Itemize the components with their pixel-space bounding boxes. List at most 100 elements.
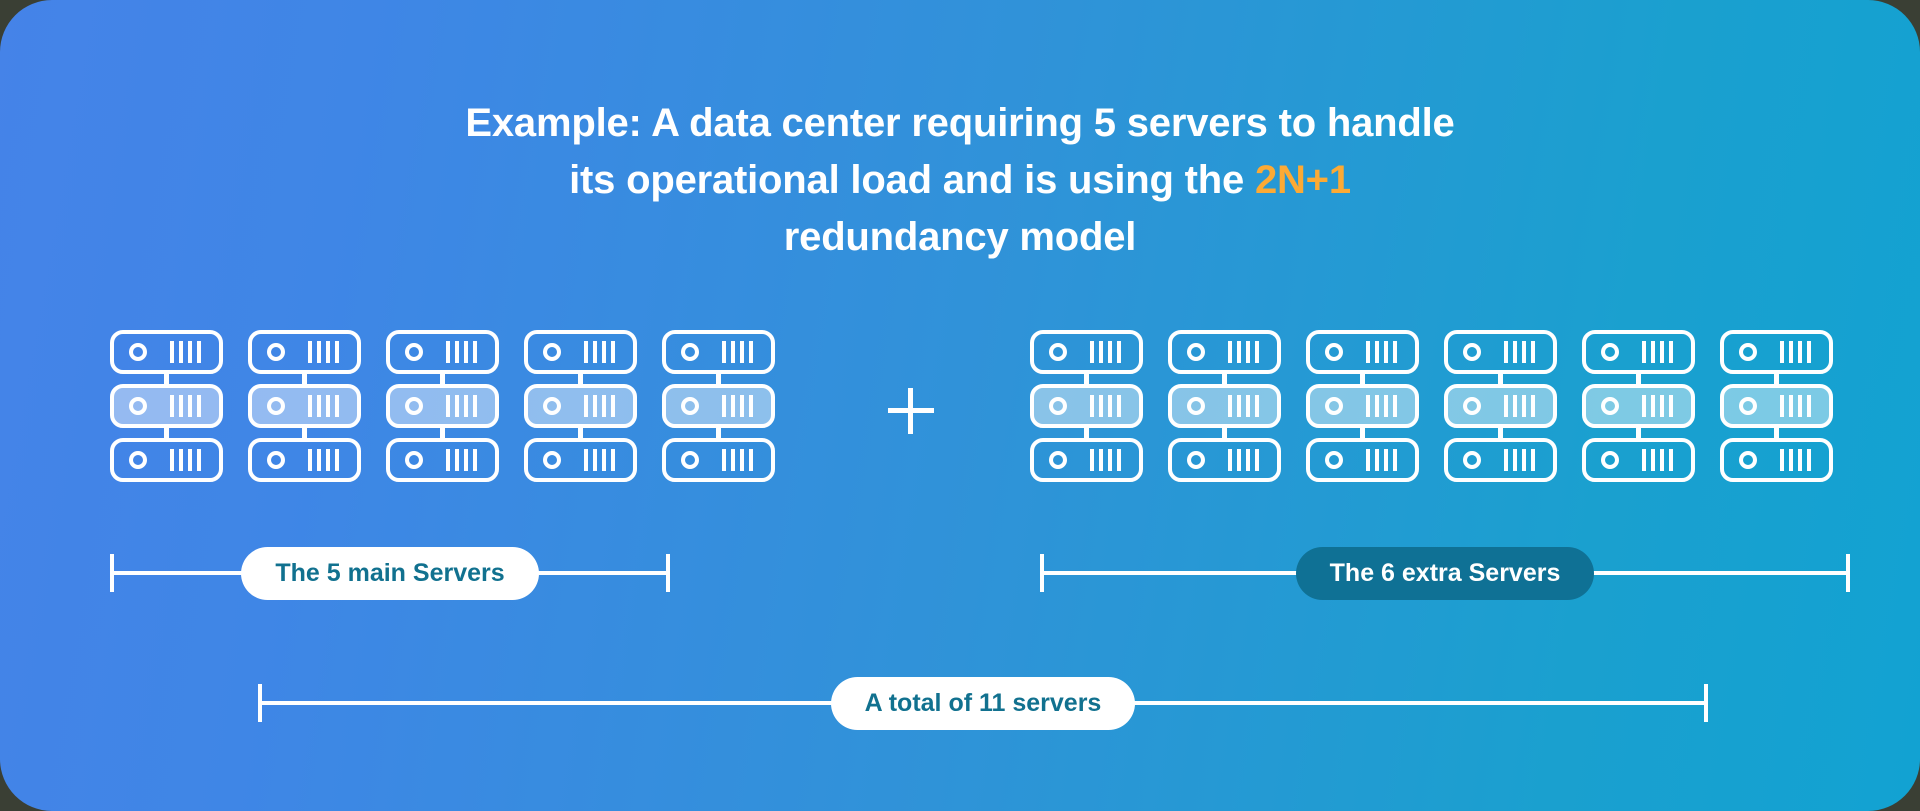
title-line-3: redundancy model xyxy=(783,215,1137,259)
server-stack xyxy=(1168,330,1281,482)
server-icon xyxy=(1030,330,1143,374)
server-led-icon xyxy=(267,397,285,415)
stack-connector xyxy=(1636,428,1641,438)
title-line-2-prefix: its operational load and is using the xyxy=(569,158,1255,202)
stack-connector xyxy=(1222,374,1227,384)
server-stack xyxy=(1030,330,1143,482)
stack-connector xyxy=(164,374,169,384)
stack-connector xyxy=(1774,374,1779,384)
server-vents-icon xyxy=(584,341,615,363)
server-icon xyxy=(110,438,223,482)
server-icon xyxy=(248,330,361,374)
server-led-icon xyxy=(1049,343,1067,361)
server-led-icon xyxy=(1601,451,1619,469)
server-vents-icon xyxy=(446,341,477,363)
bracket-main-servers: The 5 main Servers xyxy=(110,545,671,601)
server-led-icon xyxy=(129,397,147,415)
server-vents-icon xyxy=(446,395,477,417)
extra-servers-group xyxy=(1030,330,1833,482)
server-vents-icon xyxy=(1642,341,1673,363)
server-vents-icon xyxy=(170,395,201,417)
server-led-icon xyxy=(1325,451,1343,469)
stack-connector xyxy=(716,428,721,438)
title-accent-2n1: 2N+1 xyxy=(1254,158,1351,202)
server-vents-icon xyxy=(446,449,477,471)
server-icon xyxy=(524,384,637,428)
server-icon xyxy=(524,330,637,374)
bracket-cap-right xyxy=(1704,684,1708,722)
server-stack xyxy=(110,330,223,482)
server-vents-icon xyxy=(1090,341,1121,363)
server-stack xyxy=(662,330,775,482)
server-led-icon xyxy=(1325,343,1343,361)
server-led-icon xyxy=(267,451,285,469)
server-vents-icon xyxy=(1780,449,1811,471)
server-icon xyxy=(662,384,775,428)
server-led-icon xyxy=(1739,451,1757,469)
server-icon xyxy=(1444,438,1557,482)
server-vents-icon xyxy=(308,395,339,417)
servers-diagram xyxy=(0,330,1920,500)
server-icon xyxy=(110,330,223,374)
stack-connector xyxy=(1360,374,1365,384)
server-icon xyxy=(386,384,499,428)
server-icon xyxy=(1030,384,1143,428)
server-icon xyxy=(1168,438,1281,482)
server-vents-icon xyxy=(722,341,753,363)
server-vents-icon xyxy=(1228,341,1259,363)
server-icon xyxy=(248,384,361,428)
server-icon xyxy=(1444,384,1557,428)
server-led-icon xyxy=(1187,397,1205,415)
server-stack xyxy=(1444,330,1557,482)
bracket-rule-right xyxy=(1133,701,1704,705)
server-vents-icon xyxy=(170,341,201,363)
server-led-icon xyxy=(1187,451,1205,469)
server-led-icon xyxy=(1463,397,1481,415)
server-vents-icon xyxy=(1228,395,1259,417)
server-vents-icon xyxy=(1090,395,1121,417)
stack-connector xyxy=(1360,428,1365,438)
server-icon xyxy=(1306,384,1419,428)
server-led-icon xyxy=(543,343,561,361)
server-vents-icon xyxy=(722,449,753,471)
stack-connector xyxy=(440,428,445,438)
plus-icon xyxy=(888,388,934,434)
stack-connector xyxy=(1774,428,1779,438)
stack-connector xyxy=(1636,374,1641,384)
server-led-icon xyxy=(681,397,699,415)
stack-connector xyxy=(1498,374,1503,384)
page-title: Example: A data center requiring 5 serve… xyxy=(0,95,1920,266)
stack-connector xyxy=(1498,428,1503,438)
server-icon xyxy=(1306,330,1419,374)
server-icon xyxy=(662,438,775,482)
bracket-rule-left xyxy=(1044,571,1298,575)
stack-connector xyxy=(1084,428,1089,438)
server-vents-icon xyxy=(1228,449,1259,471)
server-led-icon xyxy=(267,343,285,361)
server-vents-icon xyxy=(1642,395,1673,417)
bracket-rule-left xyxy=(262,701,833,705)
server-icon xyxy=(386,438,499,482)
server-led-icon xyxy=(1601,343,1619,361)
server-stack xyxy=(386,330,499,482)
server-vents-icon xyxy=(1780,395,1811,417)
server-vents-icon xyxy=(1504,341,1535,363)
stack-connector xyxy=(716,374,721,384)
stack-connector xyxy=(1222,428,1227,438)
server-led-icon xyxy=(405,397,423,415)
server-led-icon xyxy=(1463,343,1481,361)
server-vents-icon xyxy=(584,449,615,471)
server-vents-icon xyxy=(1366,449,1397,471)
stack-connector xyxy=(440,374,445,384)
server-led-icon xyxy=(681,343,699,361)
bracket-rule-right xyxy=(1592,571,1847,575)
main-servers-group xyxy=(110,330,775,482)
server-icon xyxy=(1168,330,1281,374)
bracket-extra-servers: The 6 extra Servers xyxy=(1040,545,1851,601)
server-icon xyxy=(662,330,775,374)
stack-connector xyxy=(302,428,307,438)
stack-connector xyxy=(302,374,307,384)
server-icon xyxy=(1582,384,1695,428)
stack-connector xyxy=(578,428,583,438)
server-icon xyxy=(1582,438,1695,482)
